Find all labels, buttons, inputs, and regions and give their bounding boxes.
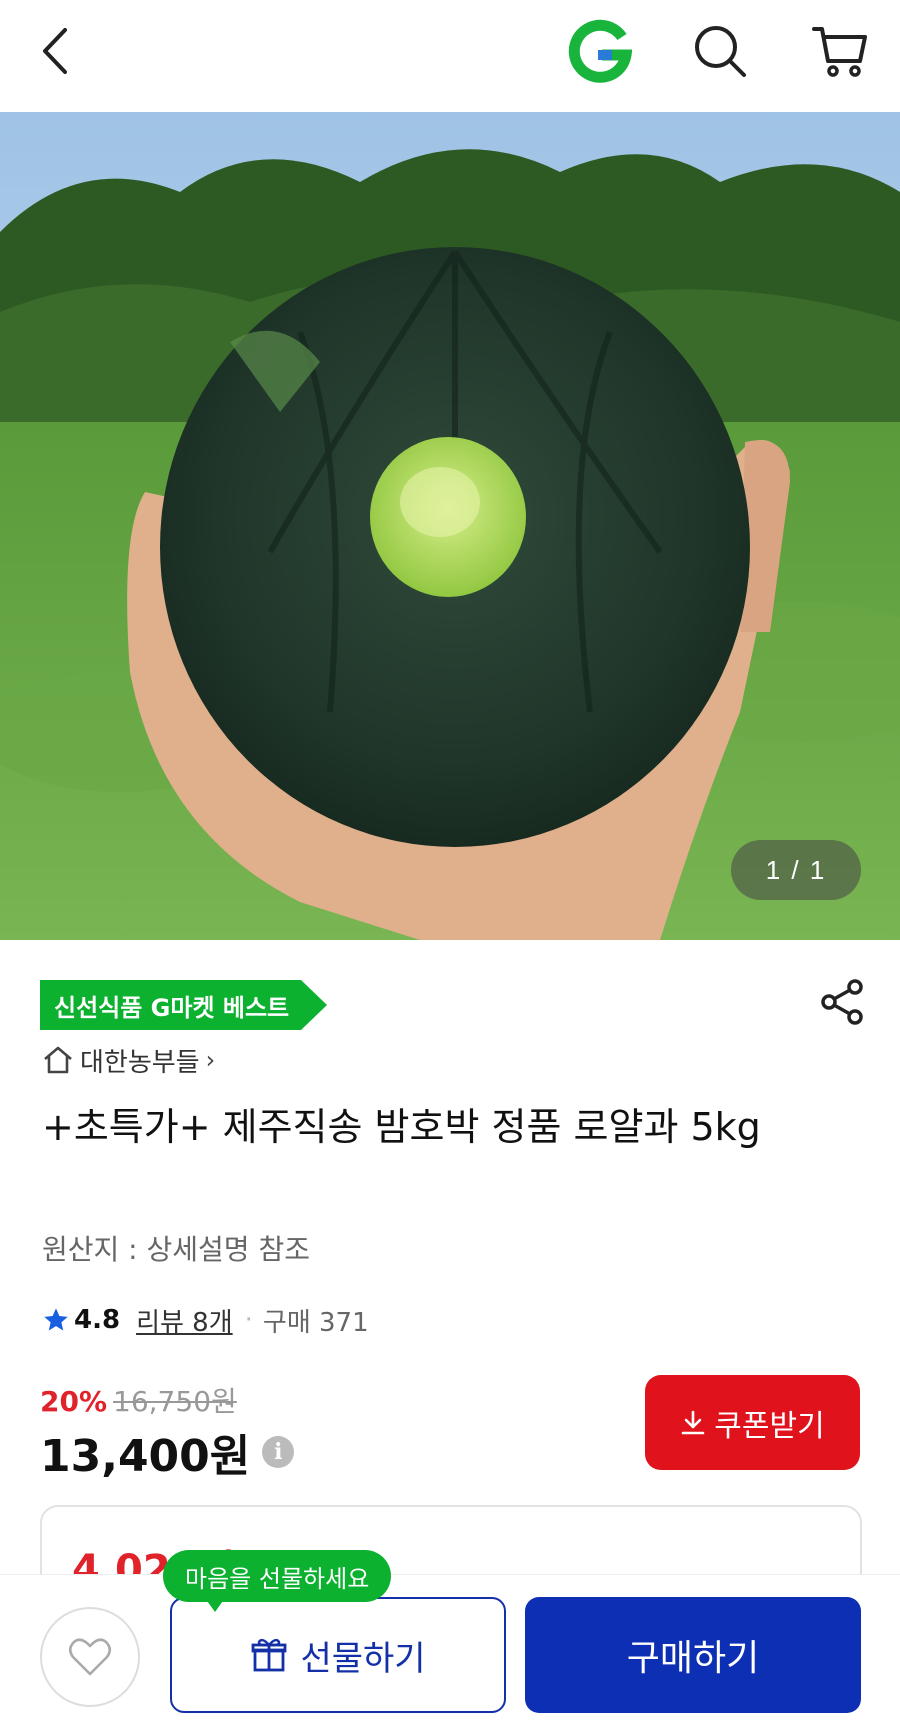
gift-tooltip: 마음을 선물하세요	[163, 1550, 392, 1602]
discount-percent: 20%	[40, 1385, 108, 1418]
separator-dot: ·	[244, 1305, 253, 1335]
search-button[interactable]	[685, 16, 755, 86]
gift-label: 선물하기	[300, 1638, 426, 1679]
back-button[interactable]	[20, 16, 90, 86]
top-header	[0, 0, 900, 110]
seller-link[interactable]: 대한농부들 ›	[42, 1040, 215, 1080]
cart-icon	[812, 27, 867, 77]
price-info-icon[interactable]: i	[262, 1436, 295, 1468]
chevron-left-icon	[43, 28, 67, 74]
share-icon	[821, 979, 863, 1025]
rating-score: 4.8	[74, 1305, 121, 1335]
search-icon	[695, 26, 746, 77]
sale-price: 13,400원	[40, 1431, 251, 1482]
gift-button[interactable]: 선물하기	[170, 1597, 506, 1713]
gift-tooltip-tail	[205, 1598, 225, 1612]
buy-label: 구매하기	[626, 1638, 760, 1679]
chevron-right-icon: ›	[205, 1046, 216, 1074]
shop-home-icon	[42, 1045, 74, 1075]
discount-row: 20% 16,750원	[40, 1380, 237, 1420]
rating-row: 4.8 리뷰 8개 · 구매 371	[42, 1300, 369, 1340]
star-icon	[42, 1306, 70, 1334]
product-image[interactable]	[0, 112, 900, 940]
product-title: +초특가+ 제주직송 밤호박 정품 로얄과 5kg	[42, 1105, 761, 1149]
image-counter: 1 / 1	[731, 840, 861, 900]
original-price: 16,750원	[113, 1385, 237, 1418]
buy-button[interactable]: 구매하기	[525, 1597, 861, 1713]
best-badge-tail	[301, 980, 328, 1030]
seller-name: 대한농부들	[80, 1047, 200, 1078]
best-badge-label: 신선식품 G마켓 베스트	[40, 980, 302, 1030]
gmarket-logo[interactable]	[565, 16, 635, 86]
gmarket-g-logo-icon	[568, 19, 632, 83]
cart-button[interactable]	[805, 16, 875, 86]
bottom-action-bar: 선물하기 구매하기	[0, 1574, 900, 1727]
gift-icon	[250, 1636, 288, 1674]
origin-text: 원산지 : 상세설명 참조	[42, 1233, 310, 1266]
best-badge: 신선식품 G마켓 베스트	[40, 980, 328, 1030]
coupon-button[interactable]: 쿠폰받기	[645, 1375, 860, 1470]
price-row: 13,400원 i	[40, 1420, 295, 1484]
coupon-label: 쿠폰받기	[714, 1408, 825, 1444]
review-link[interactable]: 리뷰 8개	[136, 1302, 233, 1339]
sold-count: 구매 371	[262, 1307, 369, 1338]
download-icon	[680, 1409, 706, 1437]
share-button[interactable]	[812, 972, 872, 1032]
heart-icon	[68, 1638, 112, 1676]
wishlist-button[interactable]	[40, 1607, 140, 1707]
